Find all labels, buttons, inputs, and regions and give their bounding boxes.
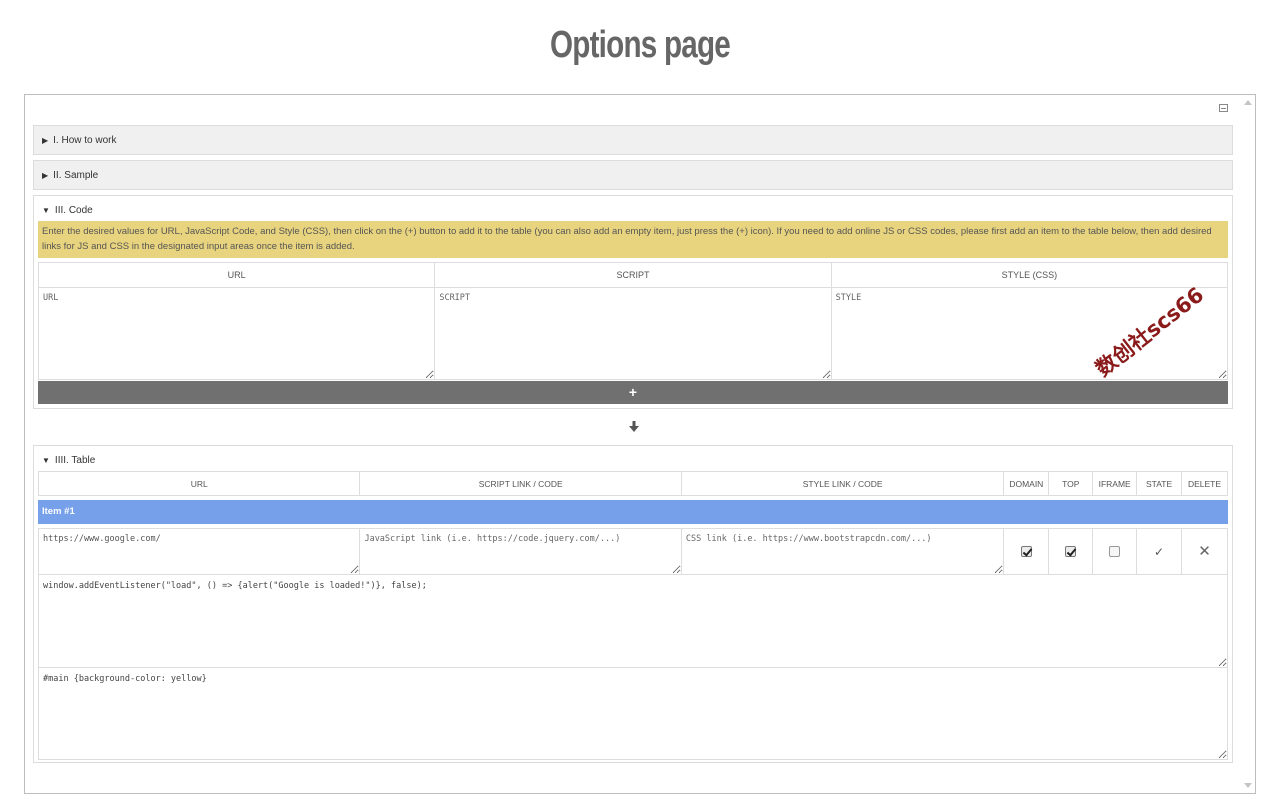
- item-script-code-field[interactable]: window.addEventListener("load", () => {a…: [38, 574, 1228, 667]
- iframe-cell: [1093, 529, 1138, 574]
- section-code-header[interactable]: ▼ III. Code: [42, 205, 93, 216]
- options-frame: ▶ I. How to work ▶ II. Sample ▼ III. Cod…: [24, 94, 1256, 794]
- section-table-header[interactable]: ▼ IIII. Table: [42, 455, 95, 466]
- code-notice: Enter the desired values for URL, JavaSc…: [38, 221, 1228, 258]
- header-top: TOP: [1049, 472, 1094, 495]
- header-iframe: IFRAME: [1093, 472, 1138, 495]
- domain-cell: [1004, 529, 1050, 574]
- triangle-right-icon: ▶: [42, 170, 49, 180]
- rules-table-header: URL SCRIPT LINK / CODE STYLE LINK / CODE…: [38, 471, 1228, 496]
- item-title-bar[interactable]: Item #1: [38, 500, 1228, 524]
- delete-cell: ✕: [1182, 529, 1227, 574]
- section-table: ▼ IIII. Table URL SCRIPT LINK / CODE STY…: [33, 445, 1233, 763]
- section-sample[interactable]: ▶ II. Sample: [33, 160, 1233, 190]
- section-how-to-work-label: I. How to work: [53, 134, 117, 146]
- code-table-body: [38, 287, 1228, 380]
- triangle-down-icon: ▼: [42, 456, 50, 465]
- add-item-button[interactable]: +: [38, 381, 1228, 404]
- header-state: STATE: [1137, 472, 1183, 495]
- collapse-all-icon[interactable]: [1219, 104, 1228, 112]
- item-style-code-field[interactable]: #main {background-color: yellow}: [38, 667, 1228, 760]
- table-row: https://www.google.com/ ✓ ✕: [38, 528, 1228, 574]
- code-input-table: URL SCRIPT STYLE (CSS): [38, 262, 1228, 380]
- scroll-down-icon[interactable]: [1244, 783, 1252, 788]
- top-checkbox[interactable]: [1065, 546, 1077, 557]
- checkmark-icon[interactable]: ✓: [1154, 545, 1164, 559]
- section-code-label: III. Code: [54, 205, 93, 216]
- item-style-link-field[interactable]: [681, 529, 1005, 574]
- triangle-right-icon: ▶: [42, 135, 49, 145]
- code-header-url: URL: [39, 263, 436, 287]
- section-how-to-work[interactable]: ▶ I. How to work: [33, 125, 1233, 155]
- script-input[interactable]: [435, 288, 832, 379]
- code-header-script: SCRIPT: [435, 263, 832, 287]
- header-url: URL: [39, 472, 361, 495]
- rules-table: URL SCRIPT LINK / CODE STYLE LINK / CODE…: [38, 471, 1228, 760]
- close-icon[interactable]: ✕: [1198, 544, 1211, 559]
- section-code: ▼ III. Code Enter the desired values for…: [33, 195, 1233, 409]
- code-header-style: STYLE (CSS): [1001, 270, 1058, 280]
- header-domain: DOMAIN: [1004, 472, 1050, 495]
- iframe-checkbox[interactable]: [1109, 546, 1121, 557]
- page-title: Options page: [549, 24, 731, 66]
- domain-checkbox[interactable]: [1020, 546, 1032, 557]
- triangle-down-icon: ▼: [42, 206, 50, 215]
- top-cell: [1049, 529, 1094, 574]
- header-style: STYLE LINK / CODE: [682, 472, 1005, 495]
- header-delete: DELETE: [1187, 479, 1222, 489]
- section-table-label: IIII. Table: [54, 455, 96, 466]
- section-sample-label: II. Sample: [53, 169, 99, 181]
- state-cell: ✓: [1137, 529, 1183, 574]
- arrow-down-icon-svg: [629, 421, 639, 432]
- item-script-link-field[interactable]: [360, 529, 682, 574]
- header-script: SCRIPT LINK / CODE: [360, 472, 682, 495]
- url-input[interactable]: [39, 288, 436, 379]
- scroll-up-icon[interactable]: [1244, 100, 1252, 105]
- vertical-scrollbar[interactable]: [1241, 95, 1255, 793]
- item-url-field[interactable]: https://www.google.com/: [39, 529, 361, 574]
- code-table-header: URL SCRIPT STYLE (CSS): [38, 262, 1228, 287]
- arrow-down-icon: [628, 421, 640, 436]
